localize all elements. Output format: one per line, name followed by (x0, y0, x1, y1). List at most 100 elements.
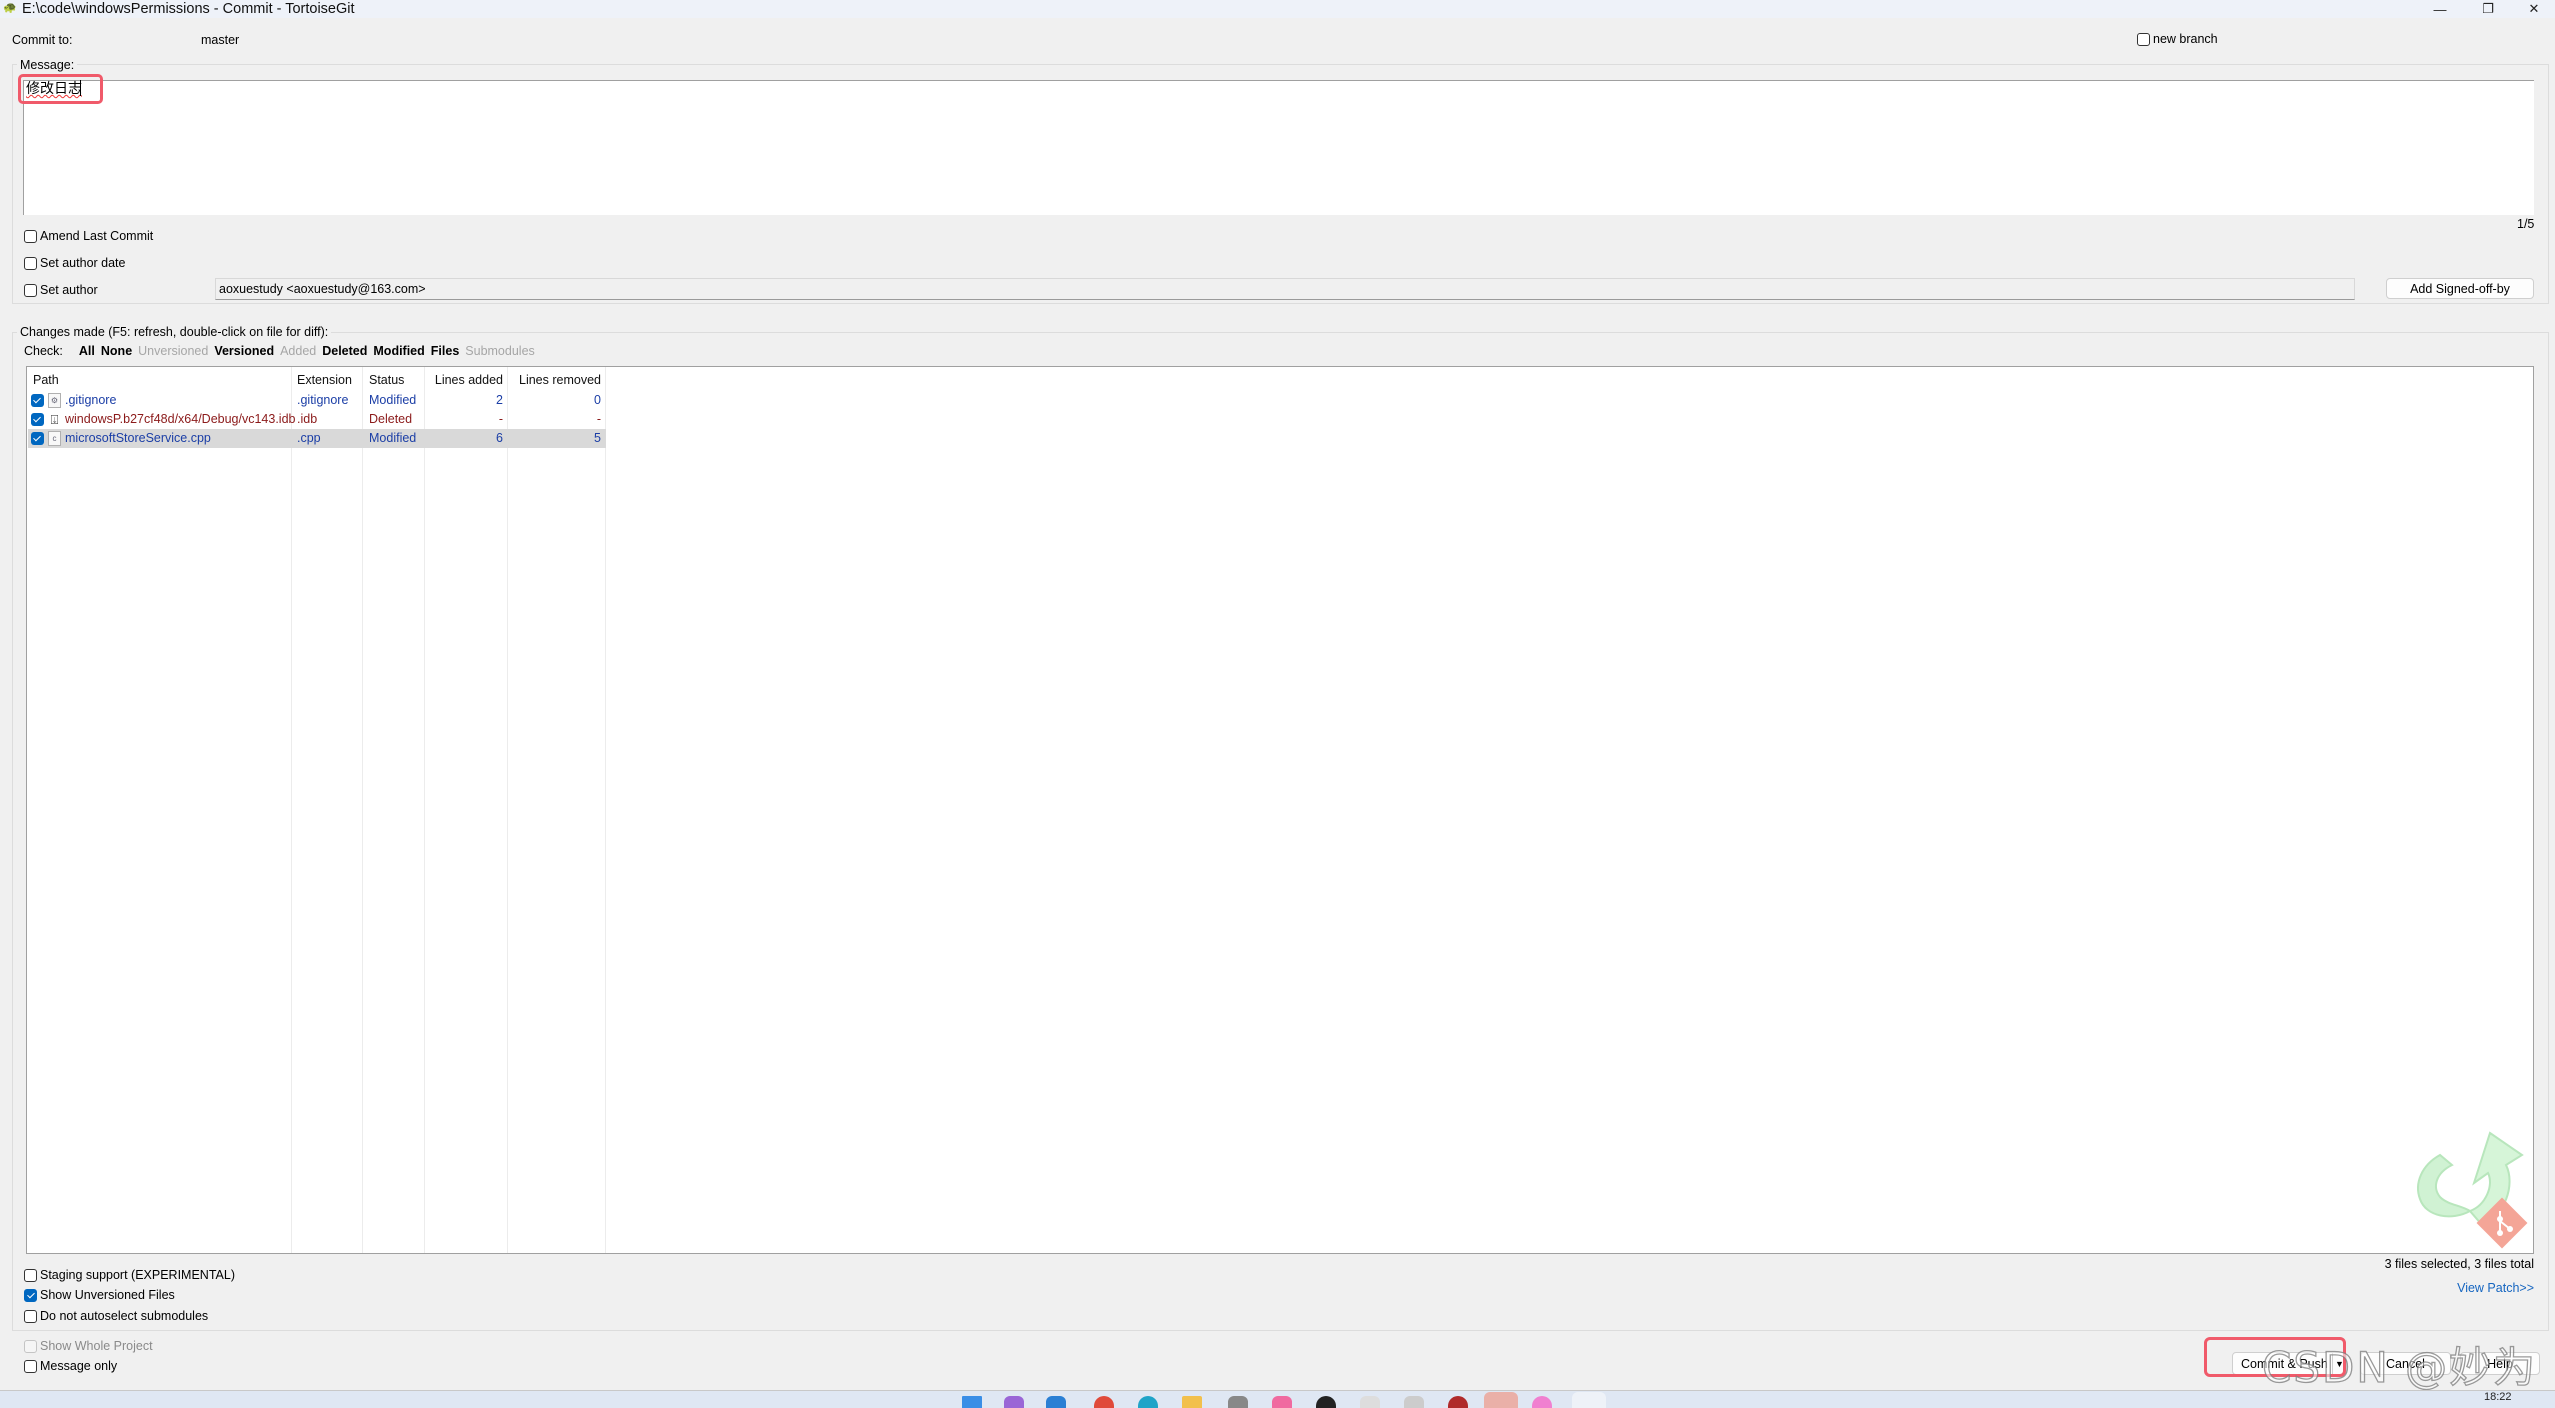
filter-none[interactable]: None (101, 343, 132, 359)
file-row-selected[interactable]: c microsoftStoreService.cpp .cpp Modifie… (28, 429, 606, 448)
file-extension: .idb (297, 412, 318, 426)
cpp-file-icon: c (48, 431, 61, 446)
show-unversioned-checkbox[interactable]: Show Unversioned Files (24, 1288, 175, 1302)
column-divider[interactable] (424, 367, 425, 1253)
filter-modified[interactable]: Modified (373, 343, 424, 359)
file-list[interactable]: Path Extension Status Lines added Lines … (26, 366, 2534, 1254)
set-author-checkbox[interactable]: Set author (24, 283, 98, 297)
window-title: E:\code\windowsPermissions - Commit - To… (22, 1, 355, 17)
visual-studio-icon[interactable] (1004, 1396, 1024, 1408)
file-row[interactable]: ⍗ windowsP.b27cf48d/x64/Debug/vc143.idb … (28, 410, 606, 429)
amend-checkbox[interactable]: Amend Last Commit (24, 229, 153, 243)
app-icon[interactable] (1404, 1396, 1424, 1408)
filter-deleted[interactable]: Deleted (322, 343, 367, 359)
column-divider[interactable] (291, 367, 292, 1253)
message-line-counter: 1/5 (2517, 217, 2535, 231)
staging-support-checkbox[interactable]: Staging support (EXPERIMENTAL) (24, 1268, 235, 1282)
title-bar (0, 0, 2555, 18)
column-header-lines-removed[interactable]: Lines removed (511, 370, 601, 390)
filter-files[interactable]: Files (431, 343, 460, 359)
filter-submodules[interactable]: Submodules (465, 343, 535, 359)
amend-label: Amend Last Commit (40, 229, 154, 243)
taskbar (0, 1390, 2555, 1408)
column-header-status[interactable]: Status (369, 370, 404, 390)
check-label: Check: (24, 344, 63, 358)
file-path: microsoftStoreService.cpp (65, 431, 211, 445)
file-checkbox[interactable] (31, 394, 44, 407)
file-status: Deleted (369, 412, 413, 426)
close-button[interactable]: ✕ (2511, 0, 2555, 18)
author-input[interactable]: aoxuestudy <aoxuestudy@163.com> (215, 278, 2355, 300)
file-checkbox[interactable] (31, 432, 44, 445)
tortoisegit-icon: 🐢 (3, 2, 17, 14)
column-header-path[interactable]: Path (33, 370, 59, 390)
checkbox-box[interactable] (24, 229, 37, 243)
file-explorer-icon[interactable] (1182, 1396, 1202, 1408)
file-status: Modified (369, 393, 417, 407)
column-header-extension[interactable]: Extension (297, 370, 352, 390)
checkbox-box[interactable] (24, 1268, 37, 1282)
notepad-icon[interactable] (1360, 1396, 1380, 1408)
show-unversioned-label: Show Unversioned Files (40, 1288, 175, 1302)
new-branch-checkbox[interactable]: new branch (2137, 32, 2218, 46)
deleted-file-icon: ⍗ (50, 412, 59, 427)
maximize-button[interactable]: ❐ (2465, 0, 2511, 18)
show-whole-project-checkbox: Show Whole Project (24, 1339, 153, 1353)
add-signed-off-by-button[interactable]: Add Signed-off-by (2386, 278, 2534, 299)
checkbox-box[interactable] (24, 1309, 37, 1323)
minimize-button[interactable]: — (2417, 0, 2463, 18)
checkbox-box[interactable] (24, 256, 37, 270)
lines-added: - (498, 412, 503, 426)
lines-removed: 5 (594, 431, 601, 445)
tortoisegit-taskbar-icon[interactable] (1484, 1392, 1518, 1408)
view-patch-link[interactable]: View Patch>> (2400, 1280, 2534, 1296)
column-header-lines-added[interactable]: Lines added (427, 370, 503, 390)
show-whole-project-label: Show Whole Project (40, 1339, 153, 1353)
text-file-icon: ⚙ (48, 393, 61, 408)
filter-unversioned[interactable]: Unversioned (138, 343, 208, 359)
column-divider[interactable] (605, 367, 606, 1253)
vscode-icon[interactable] (1046, 1396, 1066, 1408)
filter-added[interactable]: Added (280, 343, 316, 359)
changes-label: Changes made (F5: refresh, double-click … (17, 324, 332, 340)
branch-name: master (201, 33, 240, 47)
app-icon[interactable] (1532, 1396, 1552, 1408)
file-path: .gitignore (65, 393, 117, 407)
no-autoselect-submodules-checkbox[interactable]: Do not autoselect submodules (24, 1309, 208, 1323)
checkbox-box-checked[interactable] (24, 1288, 37, 1302)
new-branch-label: new branch (2153, 32, 2218, 46)
file-extension: .cpp (297, 431, 321, 445)
app-icon[interactable] (1272, 1396, 1292, 1408)
lines-removed: - (596, 412, 601, 426)
no-autoselect-label: Do not autoselect submodules (40, 1309, 209, 1323)
staging-support-label: Staging support (EXPERIMENTAL) (40, 1268, 235, 1282)
checkbox-box[interactable] (24, 283, 37, 297)
chrome-icon[interactable] (1094, 1396, 1114, 1408)
file-row[interactable]: ⚙ .gitignore .gitignore Modified 2 0 (28, 391, 606, 410)
filter-all[interactable]: All (79, 343, 95, 359)
windows-start-icon[interactable] (962, 1396, 982, 1408)
app-icon[interactable] (1228, 1396, 1248, 1408)
column-divider[interactable] (362, 367, 363, 1253)
lines-removed: 0 (594, 393, 601, 407)
active-app-icon[interactable] (1572, 1392, 1606, 1408)
message-only-checkbox[interactable]: Message only (24, 1359, 117, 1373)
checkbox-box-disabled (24, 1339, 37, 1353)
filter-versioned[interactable]: Versioned (214, 343, 274, 359)
edge-icon[interactable] (1138, 1396, 1158, 1408)
file-extension: .gitignore (297, 393, 349, 407)
taskbar-clock: 18:22 (2484, 1391, 2512, 1403)
checkbox-box[interactable] (2137, 32, 2150, 46)
column-divider[interactable] (507, 367, 508, 1253)
set-author-label: Set author (40, 283, 98, 297)
app-icon[interactable] (1316, 1396, 1336, 1408)
app-icon[interactable] (1448, 1396, 1468, 1408)
set-author-date-label: Set author date (40, 256, 126, 270)
checkbox-box[interactable] (24, 1359, 37, 1373)
message-label: Message: (17, 57, 78, 73)
file-count-status: 3 files selected, 3 files total (2384, 1257, 2534, 1271)
lines-added: 2 (496, 393, 503, 407)
file-checkbox[interactable] (31, 413, 44, 426)
set-author-date-checkbox[interactable]: Set author date (24, 256, 125, 270)
message-textarea[interactable] (23, 80, 2534, 215)
